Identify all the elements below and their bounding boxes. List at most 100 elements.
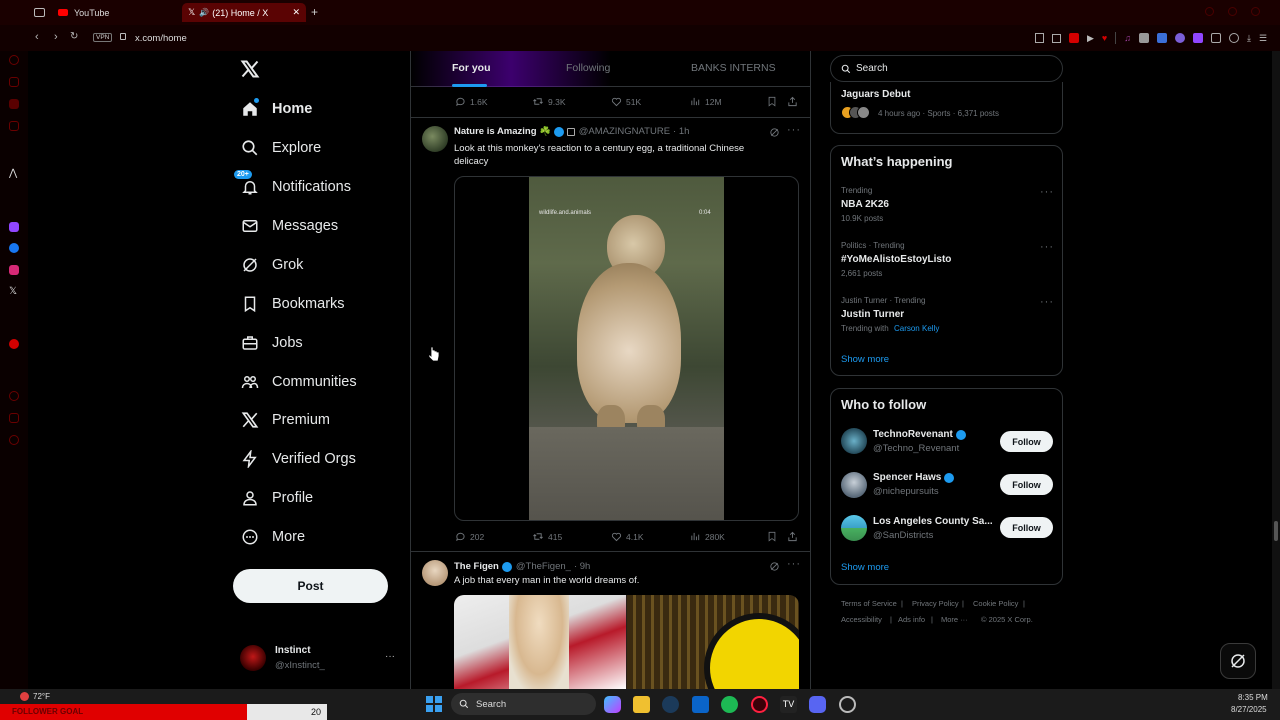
follow-name[interactable]: TechnoRevenant — [873, 429, 953, 440]
repost-button[interactable]: 9.3K — [532, 96, 566, 107]
tab-for-you[interactable]: For you — [452, 62, 491, 74]
record-icon[interactable] — [1069, 33, 1079, 43]
sidebar-app-icon[interactable] — [9, 121, 19, 131]
bookmark-icon[interactable] — [767, 531, 777, 542]
author-name[interactable]: Nature is Amazing — [454, 126, 537, 137]
avatar[interactable] — [422, 126, 448, 152]
author-handle[interactable]: @AMAZINGNATURE — [579, 126, 670, 137]
footer-link-ads[interactable]: Ads info — [898, 615, 925, 624]
footer-link-more[interactable]: More ··· — [941, 615, 968, 624]
tradingview-icon[interactable]: TV — [780, 696, 797, 713]
sidebar-item-more[interactable]: More — [240, 522, 305, 552]
views-button[interactable]: 280K — [690, 531, 725, 542]
sidebar-item-messages[interactable]: Messages — [240, 211, 338, 241]
sidebar-item-bookmarks[interactable]: Bookmarks — [240, 289, 345, 319]
spotify-icon[interactable] — [721, 696, 738, 713]
share-icon[interactable] — [787, 531, 798, 542]
sidebar-item-jobs[interactable]: Jobs — [240, 328, 303, 358]
reply-button[interactable]: 202 — [455, 531, 484, 542]
reply-button[interactable]: 1.6K — [455, 96, 488, 107]
avatar[interactable] — [841, 472, 867, 498]
twitch-icon[interactable] — [9, 222, 19, 232]
messenger-icon[interactable] — [9, 243, 19, 253]
clock-time[interactable]: 8:35 PM — [1238, 693, 1268, 702]
opera-gx-icon[interactable] — [751, 696, 768, 713]
url-text[interactable]: x.com/home — [135, 33, 187, 44]
search-box[interactable]: Search — [830, 55, 1063, 82]
tab-youtube[interactable]: YouTube — [52, 3, 180, 22]
tab-banks-interns[interactable]: BANKS INTERNS — [691, 62, 776, 74]
profile-icon[interactable] — [1229, 33, 1240, 43]
sidebar-toggle-icon[interactable] — [34, 8, 45, 17]
footer-link-terms[interactable]: Terms of Service — [841, 599, 897, 608]
trend-more-icon[interactable]: ··· — [1040, 186, 1054, 198]
sidebar-app-icon[interactable] — [9, 339, 19, 349]
new-tab-button[interactable]: + — [311, 5, 318, 19]
avatar[interactable] — [841, 428, 867, 454]
extension-icon[interactable] — [1157, 33, 1168, 43]
bookmark-page-icon[interactable] — [1035, 33, 1044, 43]
show-more-link[interactable]: Show more — [841, 354, 889, 365]
views-button[interactable]: 12M — [690, 96, 722, 107]
minimize-icon[interactable] — [1205, 7, 1214, 16]
vpn-badge[interactable]: VPN — [93, 33, 113, 42]
footer-link-accessibility[interactable]: Accessibility — [841, 615, 882, 624]
sidebar-app-icon[interactable] — [9, 55, 19, 65]
trend-card-top[interactable]: Jaguars Debut 4 hours ago · Sports · 6,3… — [830, 82, 1063, 134]
share-icon[interactable] — [787, 96, 798, 107]
footer-link-cookie[interactable]: Cookie Policy — [973, 599, 1018, 608]
extension-icon[interactable] — [1139, 33, 1150, 43]
post-more-icon[interactable]: ··· — [787, 558, 801, 570]
video-player[interactable]: wildlife.and.animals 0:04 — [454, 176, 799, 521]
play-icon[interactable]: ▶ — [1087, 33, 1094, 44]
start-button[interactable] — [426, 696, 442, 712]
close-window-icon[interactable] — [1251, 7, 1260, 16]
tab-x-home[interactable]: 𝕏 🔊 (21) Home / X ✕ — [182, 3, 306, 22]
post-time[interactable]: · 1h — [673, 126, 689, 137]
scrollbar-thumb[interactable] — [1274, 521, 1278, 541]
repost-button[interactable]: 415 — [532, 531, 562, 542]
like-button[interactable]: 4.1K — [611, 531, 644, 542]
app-icon[interactable] — [839, 696, 856, 713]
x-icon[interactable]: 𝕏 — [9, 286, 17, 297]
copilot-icon[interactable] — [604, 696, 621, 713]
weather-widget[interactable]: 72°F — [20, 692, 50, 701]
sidebar-item-communities[interactable]: Communities — [240, 367, 357, 397]
author-handle[interactable]: @TheFigen_ — [516, 561, 571, 572]
outlook-icon[interactable] — [692, 696, 709, 713]
forward-icon[interactable]: › — [54, 31, 58, 43]
tab-following[interactable]: Following — [566, 62, 610, 74]
follow-name[interactable]: Los Angeles County Sa... — [873, 516, 993, 527]
scrollbar[interactable] — [1272, 51, 1280, 689]
menu-icon[interactable]: ☰ — [1259, 33, 1267, 44]
avatar[interactable] — [841, 515, 867, 541]
bookmark-icon[interactable] — [767, 96, 777, 107]
follow-button[interactable]: Follow — [1000, 517, 1053, 538]
author-name[interactable]: The Figen — [454, 561, 499, 572]
trend-with-link[interactable]: Carson Kelly — [894, 324, 939, 333]
trend-more-icon[interactable]: ··· — [1040, 241, 1054, 253]
sidebar-item-notifications[interactable]: 20+ Notifications — [234, 170, 351, 202]
close-tab-icon[interactable]: ✕ — [292, 7, 300, 18]
sidebar-item-profile[interactable]: Profile — [240, 483, 313, 513]
discord-icon[interactable] — [809, 696, 826, 713]
post-more-icon[interactable]: ··· — [787, 124, 801, 136]
sidebar-app-icon[interactable] — [9, 391, 19, 401]
sidebar-item-grok[interactable]: Grok — [240, 250, 303, 280]
grok-floating-button[interactable] — [1220, 643, 1256, 679]
taskbar-search[interactable]: Search — [451, 693, 596, 715]
follow-name[interactable]: Spencer Haws — [873, 472, 941, 483]
grok-icon[interactable] — [769, 561, 780, 572]
file-explorer-icon[interactable] — [633, 696, 650, 713]
download-icon[interactable]: ⤓ — [1247, 33, 1251, 44]
sidebar-item-home[interactable]: Home — [240, 94, 312, 124]
reload-icon[interactable]: ↻ — [70, 31, 78, 42]
heart-icon[interactable]: ♥ — [1102, 33, 1107, 43]
post-time[interactable]: · 9h — [574, 561, 590, 572]
sidebar-app-icon[interactable] — [9, 413, 19, 423]
post-button[interactable]: Post — [233, 569, 388, 603]
like-button[interactable]: 51K — [611, 96, 641, 107]
back-icon[interactable]: ‹ — [35, 31, 39, 43]
sidebar-item-explore[interactable]: Explore — [240, 133, 321, 163]
sidebar-item-premium[interactable]: Premium — [240, 405, 330, 435]
